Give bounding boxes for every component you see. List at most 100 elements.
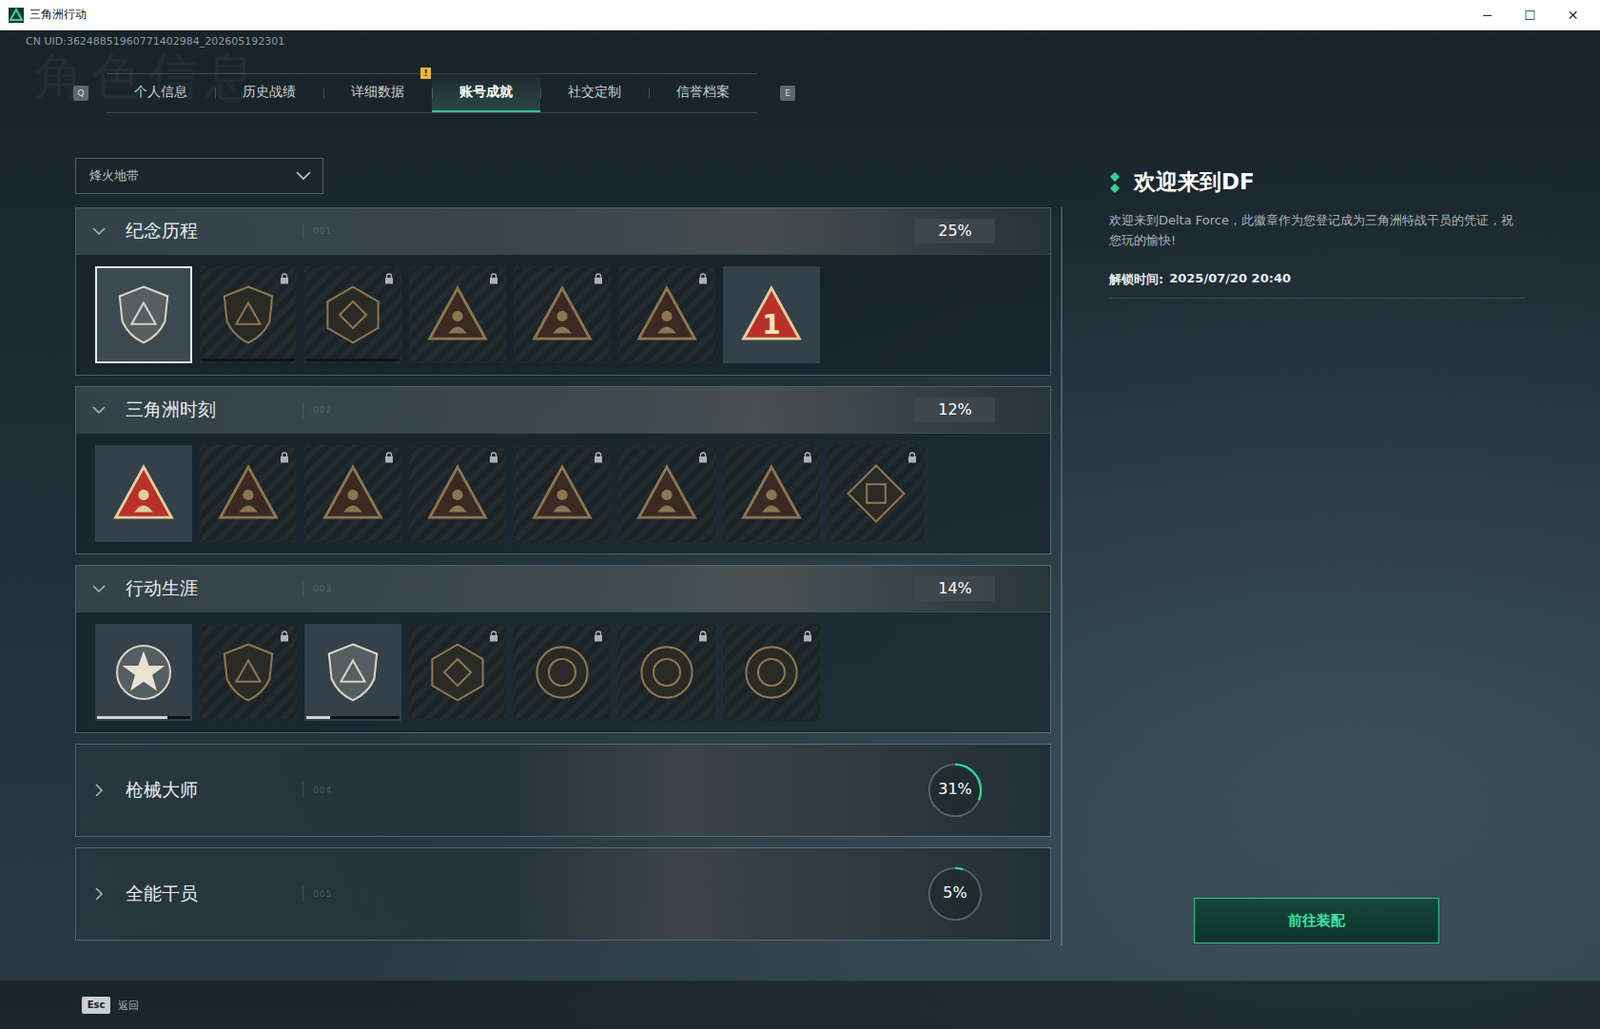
circle-badge-icon [528,639,596,706]
badge-tile[interactable] [409,445,507,543]
lock-icon [279,273,290,285]
achievement-section: 全能干员0055% [75,847,1052,941]
shield-badge-icon [214,281,282,349]
badge-progress-bar [201,358,295,362]
next-tab-key[interactable]: E [780,85,796,101]
lock-icon [593,630,604,643]
section-header[interactable]: 纪念历程00125% [76,208,1051,254]
chevron-down-icon [91,402,107,418]
unlock-time: 解锁时间:2025/07/20 20:40 [1109,271,1525,289]
triangle-badge-icon [319,460,387,527]
lock-icon [802,630,813,643]
diamond-icon [1109,172,1121,194]
chevron-down-icon [91,223,107,239]
prev-tab-key[interactable]: Q [73,85,89,101]
triangle-badge-icon [528,281,596,349]
hexagon-badge-icon [424,639,491,706]
lock-icon [384,273,394,285]
lock-icon [698,273,708,285]
chevron-down-icon [295,171,312,181]
section-header[interactable]: 枪械大师00431% [76,744,1051,837]
badge-tile[interactable] [513,445,611,543]
badge-detail-panel: 欢迎来到DF欢迎来到Delta Force，此徽章作为您登记成为三角洲特战干员的… [1109,157,1525,981]
tab[interactable]: 个人信息 [106,74,215,113]
badge-tile[interactable] [199,445,297,543]
lock-icon [488,630,499,643]
esc-key[interactable]: Esc [81,996,111,1015]
lock-icon [279,451,290,464]
window-control[interactable]: ☐ [1508,7,1552,23]
section-code: 003 [312,584,332,594]
footer-bar: Esc返回 [0,980,1600,1029]
badge-tile[interactable] [95,445,193,543]
triangle-badge-icon [738,460,805,527]
tab[interactable]: 信誉档案 [648,74,758,113]
lock-icon [593,273,604,285]
delta-logo-icon [8,7,24,23]
tab[interactable]: !账号成就 [431,74,541,113]
badge-progress-bar [306,716,400,720]
badge-tile[interactable] [409,266,507,364]
section-percent: 12% [915,397,996,423]
badge-tile[interactable] [304,445,402,543]
badge-tile[interactable] [304,266,402,364]
badge-tile[interactable] [618,624,716,722]
lock-icon [488,273,499,285]
section-title: 纪念历程 [125,218,303,244]
triangle-badge-icon: 1 [738,281,805,349]
chevron-down-icon [91,581,107,597]
badge-tile[interactable] [722,624,820,722]
detail-description: 欢迎来到Delta Force，此徽章作为您登记成为三角洲特战干员的凭证，祝您玩… [1109,210,1519,251]
progress-ring: 5% [925,864,985,924]
chevron-right-icon [91,886,107,902]
shield-badge-icon [214,639,282,706]
badge-tile[interactable] [304,624,402,722]
tab[interactable]: 详细数据 [323,74,432,113]
lock-icon [488,451,499,464]
window-control[interactable]: ✕ [1551,7,1595,23]
tab[interactable]: 社交定制 [540,74,649,113]
badge-tile[interactable]: 1 [722,266,820,364]
triangle-badge-icon [214,460,282,527]
hexagon-badge-icon [319,281,387,349]
page-watermark: 角色信息 [34,43,263,111]
section-title: 三角洲时刻 [125,397,303,423]
achievement-section: 行动生涯 003 14% [75,565,1052,734]
lock-icon [384,451,394,464]
badge-tile[interactable] [199,624,297,722]
achievement-section: 纪念历程00125% 1 [75,207,1052,376]
lock-icon [698,451,708,464]
circle-badge-icon [738,639,805,706]
triangle-badge-icon [424,460,491,527]
progress-ring: 31% [925,760,985,820]
shield-badge-icon [110,281,177,349]
badge-tile[interactable] [618,445,716,543]
section-code: 004 [312,785,332,796]
mode-dropdown[interactable]: 烽火地带 [75,157,324,195]
window-control[interactable]: ─ [1465,7,1509,23]
lock-icon [279,630,290,643]
badge-tile[interactable] [827,445,925,543]
badge-tile[interactable] [513,266,611,364]
tab[interactable]: 历史战绩 [214,74,324,113]
badge-tile[interactable] [199,266,297,364]
shield-badge-icon [319,639,387,706]
section-header[interactable]: 全能干员0055% [76,848,1051,940]
section-header[interactable]: 三角洲时刻 002 12% [76,387,1051,433]
badge-tile[interactable] [409,624,507,722]
uid-label: CN UID:36248851960771402984_202605192301 [0,30,1600,54]
section-percent: 14% [915,576,996,602]
equip-button[interactable]: 前往装配 [1193,897,1440,944]
section-header[interactable]: 行动生涯 003 14% [76,565,1051,612]
circle-badge-icon [633,639,701,706]
section-title: 全能干员 [125,881,303,907]
section-code: 002 [312,405,332,415]
badge-tile[interactable] [722,445,820,543]
alert-badge: ! [420,67,431,79]
section-title: 行动生涯 [125,576,303,602]
badge-tile[interactable] [95,624,193,722]
scrollbar[interactable] [1060,207,1063,946]
badge-tile[interactable] [618,266,716,364]
badge-tile[interactable] [95,266,193,364]
badge-tile[interactable] [513,624,611,722]
